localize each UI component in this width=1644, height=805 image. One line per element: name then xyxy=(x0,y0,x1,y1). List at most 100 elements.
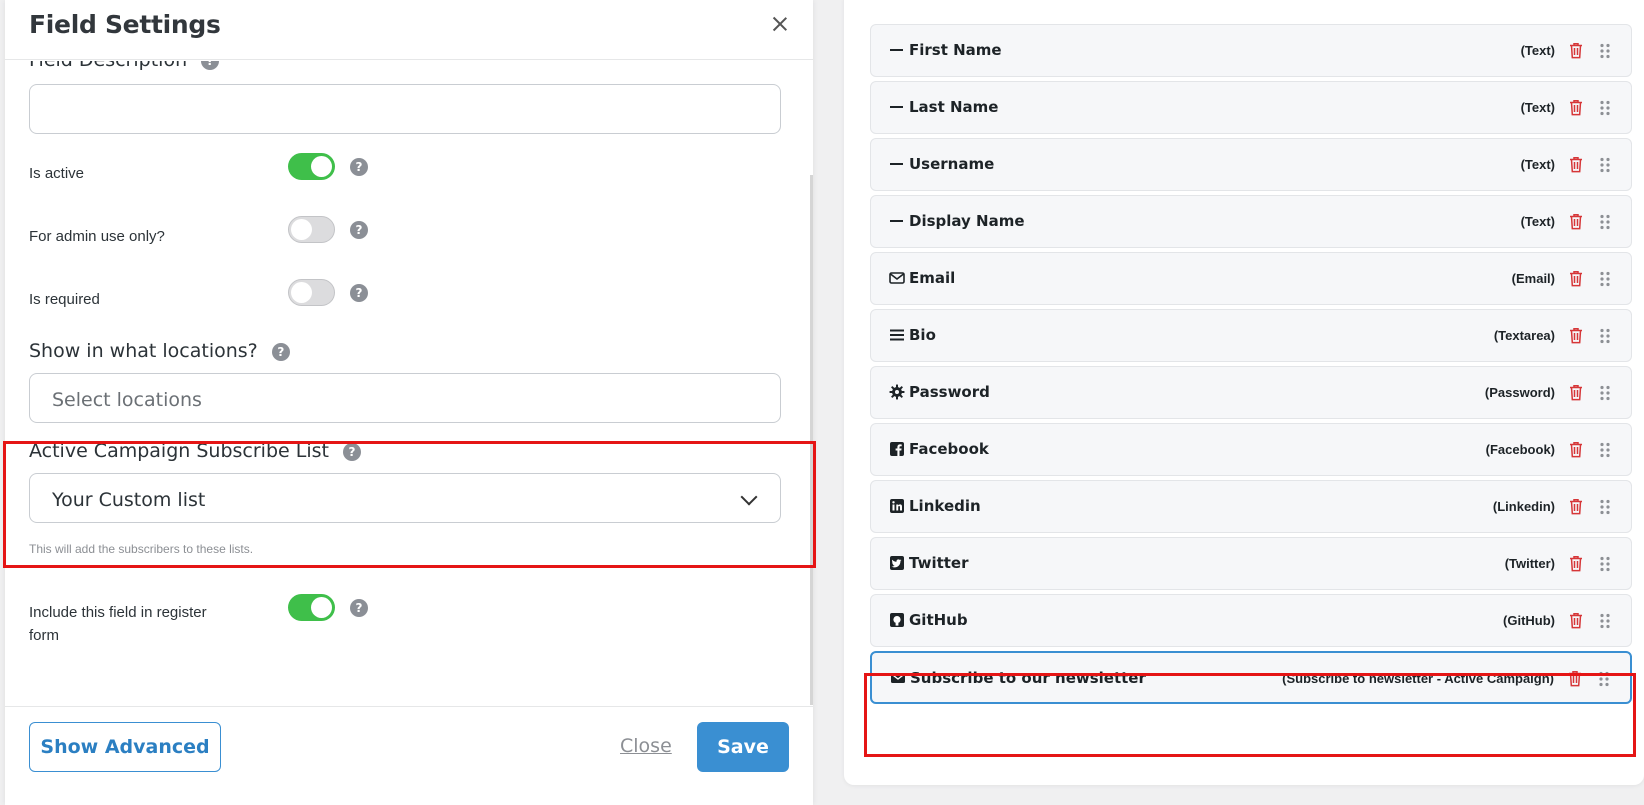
field-description-label-text: Field Description xyxy=(29,61,187,71)
field-row-type: (Textarea) xyxy=(1493,328,1555,343)
field-row[interactable]: Subscribe to our newsletter (Subscribe to… xyxy=(870,651,1632,704)
toggle-knob xyxy=(291,282,312,303)
drag-handle-icon[interactable] xyxy=(1599,214,1611,230)
close-icon[interactable] xyxy=(768,12,792,36)
minus-icon xyxy=(889,156,905,172)
trash-icon[interactable] xyxy=(1569,42,1583,59)
field-row[interactable]: GitHub (GitHub) xyxy=(870,594,1632,647)
field-row[interactable]: Facebook (Facebook) xyxy=(870,423,1632,476)
include-register-label-line1: Include this field in register xyxy=(29,604,207,621)
trash-icon[interactable] xyxy=(1569,270,1583,287)
drag-handle-icon[interactable] xyxy=(1599,442,1611,458)
help-icon[interactable]: ? xyxy=(271,342,290,361)
facebook-icon xyxy=(889,441,905,457)
field-row[interactable]: Email (Email) xyxy=(870,252,1632,305)
field-settings-modal: Field Settings Field Description ? Is ac… xyxy=(5,0,813,805)
trash-icon[interactable] xyxy=(1569,213,1583,230)
help-icon[interactable]: ? xyxy=(350,284,368,302)
drag-handle-icon[interactable] xyxy=(1599,100,1611,116)
linkedin-icon xyxy=(889,498,905,514)
drag-handle-icon[interactable] xyxy=(1599,43,1611,59)
drag-handle-icon[interactable] xyxy=(1599,499,1611,515)
field-row[interactable]: Linkedin (Linkedin) xyxy=(870,480,1632,533)
field-row-label: Username xyxy=(909,155,995,173)
field-row-label: Last Name xyxy=(909,98,999,116)
trash-icon[interactable] xyxy=(1569,441,1583,458)
field-row-label: Twitter xyxy=(909,554,969,572)
toggle-knob xyxy=(311,597,332,618)
campaign-list-select[interactable]: Your Custom list xyxy=(29,473,781,523)
trash-icon[interactable] xyxy=(1569,156,1583,173)
is-required-toggle[interactable] xyxy=(288,279,335,306)
field-row-type: (Twitter) xyxy=(1504,556,1555,571)
admin-only-label: For admin use only? xyxy=(29,228,165,245)
field-row-label: GitHub xyxy=(909,611,968,629)
field-row-label: Email xyxy=(909,269,956,287)
trash-icon[interactable] xyxy=(1569,99,1583,116)
field-row-type: (Text) xyxy=(1520,157,1555,172)
envelope-filled-icon xyxy=(890,670,906,686)
help-icon[interactable]: ? xyxy=(350,221,368,239)
drag-handle-icon[interactable] xyxy=(1599,271,1611,287)
drag-handle-icon[interactable] xyxy=(1599,328,1611,344)
toggle-knob xyxy=(291,219,312,240)
drag-handle-icon[interactable] xyxy=(1598,671,1610,687)
minus-icon xyxy=(889,213,905,229)
field-row[interactable]: Twitter (Twitter) xyxy=(870,537,1632,590)
field-row[interactable]: Display Name (Text) xyxy=(870,195,1632,248)
include-register-label: Include this field in register form xyxy=(29,601,207,647)
drag-handle-icon[interactable] xyxy=(1599,613,1611,629)
include-register-toggle[interactable] xyxy=(288,594,335,621)
field-row-type: (Email) xyxy=(1511,271,1555,286)
modal-header: Field Settings xyxy=(5,0,813,60)
modal-body: Field Description ? Is active ? For admi… xyxy=(5,61,813,706)
locations-label: Show in what locations? ? xyxy=(29,340,290,362)
show-advanced-button[interactable]: Show Advanced xyxy=(29,722,221,772)
gear-icon xyxy=(889,384,905,400)
field-row-type: (Text) xyxy=(1520,214,1555,229)
drag-handle-icon[interactable] xyxy=(1599,385,1611,401)
field-row[interactable]: Username (Text) xyxy=(870,138,1632,191)
modal-scrollbar[interactable] xyxy=(810,175,813,705)
field-row[interactable]: First Name (Text) xyxy=(870,24,1632,77)
chevron-down-icon xyxy=(740,488,758,506)
campaign-list-selected: Your Custom list xyxy=(52,489,206,511)
help-icon[interactable]: ? xyxy=(343,442,362,461)
field-row[interactable]: Last Name (Text) xyxy=(870,81,1632,134)
modal-title: Field Settings xyxy=(29,10,221,39)
trash-icon[interactable] xyxy=(1569,555,1583,572)
field-row-type: (GitHub) xyxy=(1503,613,1555,628)
campaign-list-hint: This will add the subscribers to these l… xyxy=(29,542,254,556)
field-row-label: Linkedin xyxy=(909,497,981,515)
field-row-type: (Facebook) xyxy=(1485,442,1555,457)
trash-icon[interactable] xyxy=(1569,384,1583,401)
is-active-toggle[interactable] xyxy=(288,153,335,180)
trash-icon[interactable] xyxy=(1569,327,1583,344)
locations-select[interactable]: Select locations xyxy=(29,373,781,423)
github-icon xyxy=(889,612,905,628)
save-button[interactable]: Save xyxy=(697,722,789,772)
toggle-knob xyxy=(311,156,332,177)
modal-footer: Show Advanced Close Save xyxy=(5,706,813,805)
field-description-input[interactable] xyxy=(29,84,781,134)
trash-icon[interactable] xyxy=(1568,670,1582,687)
trash-icon[interactable] xyxy=(1569,498,1583,515)
field-row-type: (Text) xyxy=(1520,43,1555,58)
admin-only-toggle[interactable] xyxy=(288,216,335,243)
close-link[interactable]: Close xyxy=(620,735,672,757)
field-row-type: (Text) xyxy=(1520,100,1555,115)
is-active-label: Is active xyxy=(29,165,85,182)
minus-icon xyxy=(889,42,905,58)
drag-handle-icon[interactable] xyxy=(1599,556,1611,572)
help-icon[interactable]: ? xyxy=(350,599,368,617)
help-icon[interactable]: ? xyxy=(201,61,220,70)
field-row-label: Bio xyxy=(909,326,936,344)
campaign-list-label-text: Active Campaign Subscribe List xyxy=(29,440,329,462)
field-row[interactable]: Bio (Textarea) xyxy=(870,309,1632,362)
trash-icon[interactable] xyxy=(1569,612,1583,629)
field-row-type: (Linkedin) xyxy=(1492,499,1555,514)
field-row[interactable]: Password (Password) xyxy=(870,366,1632,419)
field-row-label: Facebook xyxy=(909,440,989,458)
help-icon[interactable]: ? xyxy=(350,158,368,176)
drag-handle-icon[interactable] xyxy=(1599,157,1611,173)
